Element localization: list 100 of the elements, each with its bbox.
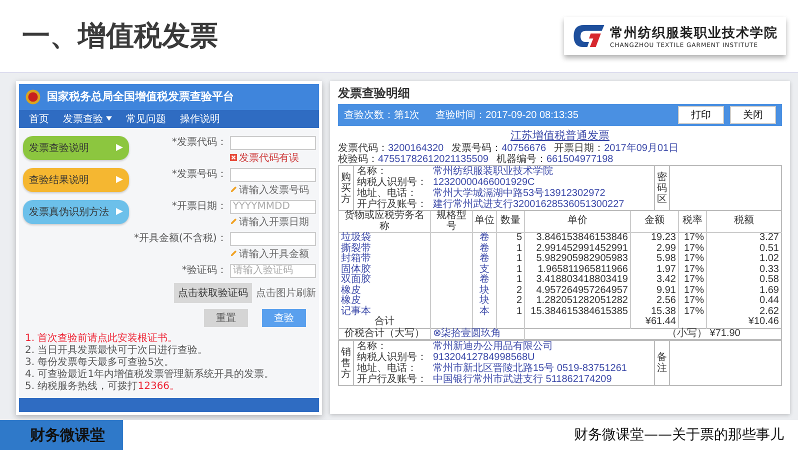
play-icon bbox=[116, 208, 123, 215]
play-icon bbox=[116, 144, 123, 151]
note-text: 2. 当日开具发票最快可于次日进行查验。 bbox=[25, 344, 209, 356]
table-cell: 1 bbox=[496, 254, 524, 264]
bar-button[interactable]: 打印 bbox=[678, 106, 724, 124]
table-cell: 1 bbox=[496, 275, 524, 286]
party-field-value: 91320412784998568U bbox=[433, 352, 535, 363]
party-field-label: 地址、电话： bbox=[357, 363, 418, 374]
table-cell: （小写） ¥71.90 bbox=[667, 328, 740, 338]
field-hint: 请输入发票号码 bbox=[238, 184, 309, 196]
table-cell: 17% bbox=[678, 232, 706, 244]
table-cell: 17% bbox=[678, 264, 706, 275]
input-field[interactable]: YYYYMMDD bbox=[230, 200, 316, 214]
invoice-meta: 发票代码：3200164320 bbox=[338, 143, 444, 154]
nav-link[interactable]: 操作说明 bbox=[180, 112, 220, 126]
table-cell: 2.56 bbox=[630, 296, 678, 306]
note-text: 4. 可查验最近1年内增值税发票管理新系统开具的发票。 bbox=[25, 368, 276, 380]
table-cell: 卷 bbox=[472, 232, 496, 244]
guide-button[interactable]: 查验结果说明 bbox=[23, 168, 129, 192]
pencil-icon bbox=[230, 218, 237, 225]
table-cell: 4.957264957264957 bbox=[524, 286, 630, 296]
column-header: 规格型号 bbox=[430, 211, 472, 232]
cipher-label: 密码区 bbox=[654, 166, 669, 210]
input-field[interactable] bbox=[230, 168, 316, 182]
bar-button[interactable]: 关闭 bbox=[730, 106, 776, 124]
table-cell: 2.99 bbox=[630, 244, 678, 254]
field-label: *开票日期： bbox=[170, 200, 227, 214]
table-cell: 固体胶 bbox=[338, 264, 430, 275]
table-cell: 块 bbox=[472, 286, 496, 296]
input-field[interactable] bbox=[230, 232, 316, 246]
table-cell: 17% bbox=[678, 275, 706, 286]
party-field-label: 纳税人识别号： bbox=[357, 352, 428, 363]
party-field-value: 常州市新北区晋陵北路15号 0519-83751261 bbox=[433, 363, 627, 374]
table-cell: 封箱带 bbox=[338, 254, 430, 264]
pencil-icon bbox=[230, 250, 237, 257]
input-field[interactable]: 请输入验证码 bbox=[230, 264, 316, 278]
table-cell: 1 bbox=[496, 244, 524, 254]
column-header: 税率 bbox=[678, 211, 706, 232]
note-text: 5. 纳税服务热线，可拨打12366。 bbox=[25, 380, 181, 392]
table-cell: 3.42 bbox=[630, 275, 678, 286]
table-cell: 橡皮 bbox=[338, 296, 430, 306]
school-name: 常州纺织服装职业技术学院 bbox=[610, 24, 778, 42]
party-field-label: 地址、电话： bbox=[357, 188, 418, 199]
invoice-meta: 发票号码：40756676 bbox=[452, 143, 546, 154]
caret-icon bbox=[106, 116, 112, 121]
party-field-label: 纳税人识别号： bbox=[357, 177, 428, 188]
captcha-hint: 点击图片刷新 bbox=[256, 286, 316, 300]
input-field[interactable] bbox=[230, 136, 316, 150]
table-cell: 3.846153846153846 bbox=[524, 232, 630, 244]
nav-link[interactable]: 发票查验 bbox=[63, 112, 112, 126]
nav-link[interactable]: 首页 bbox=[29, 112, 49, 126]
table-cell: 卷 bbox=[472, 244, 496, 254]
seller-label: 销售方 bbox=[340, 346, 352, 380]
party-field-label: 名称： bbox=[357, 341, 388, 352]
buyer-label: 购买方 bbox=[340, 172, 352, 204]
party-field-value: 建行常州武进支行32001628536051300227 bbox=[433, 199, 624, 210]
action-button[interactable]: 重置 bbox=[204, 308, 248, 326]
table-cell: 橡皮 bbox=[338, 286, 430, 296]
table-cell: 17% bbox=[678, 254, 706, 264]
note-text: 3. 每份发票每天最多可查验5次。 bbox=[25, 356, 176, 368]
table-cell: 撕裂带 bbox=[338, 244, 430, 254]
column-header: 单位 bbox=[472, 211, 496, 232]
table-cell: 17% bbox=[678, 296, 706, 306]
guide-button[interactable]: 发票真伪识别方法 bbox=[23, 200, 129, 224]
course-badge: 财务微课堂 bbox=[0, 420, 123, 450]
table-cell: 垃圾袋 bbox=[338, 232, 430, 244]
table-cell: ¥61.44 bbox=[630, 317, 678, 328]
table-cell: ¥10.46 bbox=[706, 317, 782, 328]
invoice-title: 江苏增值税普通发票 bbox=[510, 128, 610, 142]
party-field-label: 开户行及账号： bbox=[357, 199, 428, 210]
remarks-label: 备注 bbox=[654, 341, 669, 385]
party-field-value: 常州纺织服装职业技术学院 bbox=[433, 166, 553, 177]
nav-link[interactable]: 常见问题 bbox=[126, 112, 166, 126]
table-cell: 价税合计（大写） bbox=[338, 328, 430, 340]
table-cell: 19.23 bbox=[630, 232, 678, 244]
guide-button[interactable]: 发票查验说明 bbox=[23, 136, 129, 160]
table-cell: 1 bbox=[496, 306, 524, 317]
table-cell: 合计 bbox=[338, 317, 430, 328]
column-header: 数量 bbox=[496, 211, 524, 232]
captcha-image[interactable]: 点击获取验证码 bbox=[174, 282, 252, 302]
table-cell: 2 bbox=[496, 296, 524, 306]
check-time: 查验时间：2017-09-20 08:13:35 bbox=[436, 108, 578, 122]
table-cell: 卷 bbox=[472, 254, 496, 264]
slide-title: 一、增值税发票 bbox=[22, 18, 218, 54]
table-cell: 2.991452991452991 bbox=[524, 244, 630, 254]
party-field-value: 12320000466001929C bbox=[433, 177, 535, 188]
table-cell: 15.38 bbox=[630, 306, 678, 317]
error-icon bbox=[230, 154, 237, 161]
party-field-value: 常州新迪办公用品有限公司 bbox=[433, 341, 553, 352]
pencil-icon bbox=[230, 186, 237, 193]
table-cell: 块 bbox=[472, 296, 496, 306]
invoice-meta: 校验码：47551782612021135509 bbox=[338, 154, 488, 165]
table-cell: 本 bbox=[472, 306, 496, 317]
table-cell: 5.98 bbox=[630, 254, 678, 264]
table-cell: 0.51 bbox=[706, 244, 782, 254]
column-header: 单价 bbox=[524, 211, 630, 232]
table-cell: 卷 bbox=[472, 275, 496, 286]
party-field-label: 开户行及账号： bbox=[357, 374, 428, 385]
field-hint: 请输入开票日期 bbox=[238, 216, 309, 228]
table-cell: 3.27 bbox=[706, 232, 782, 244]
